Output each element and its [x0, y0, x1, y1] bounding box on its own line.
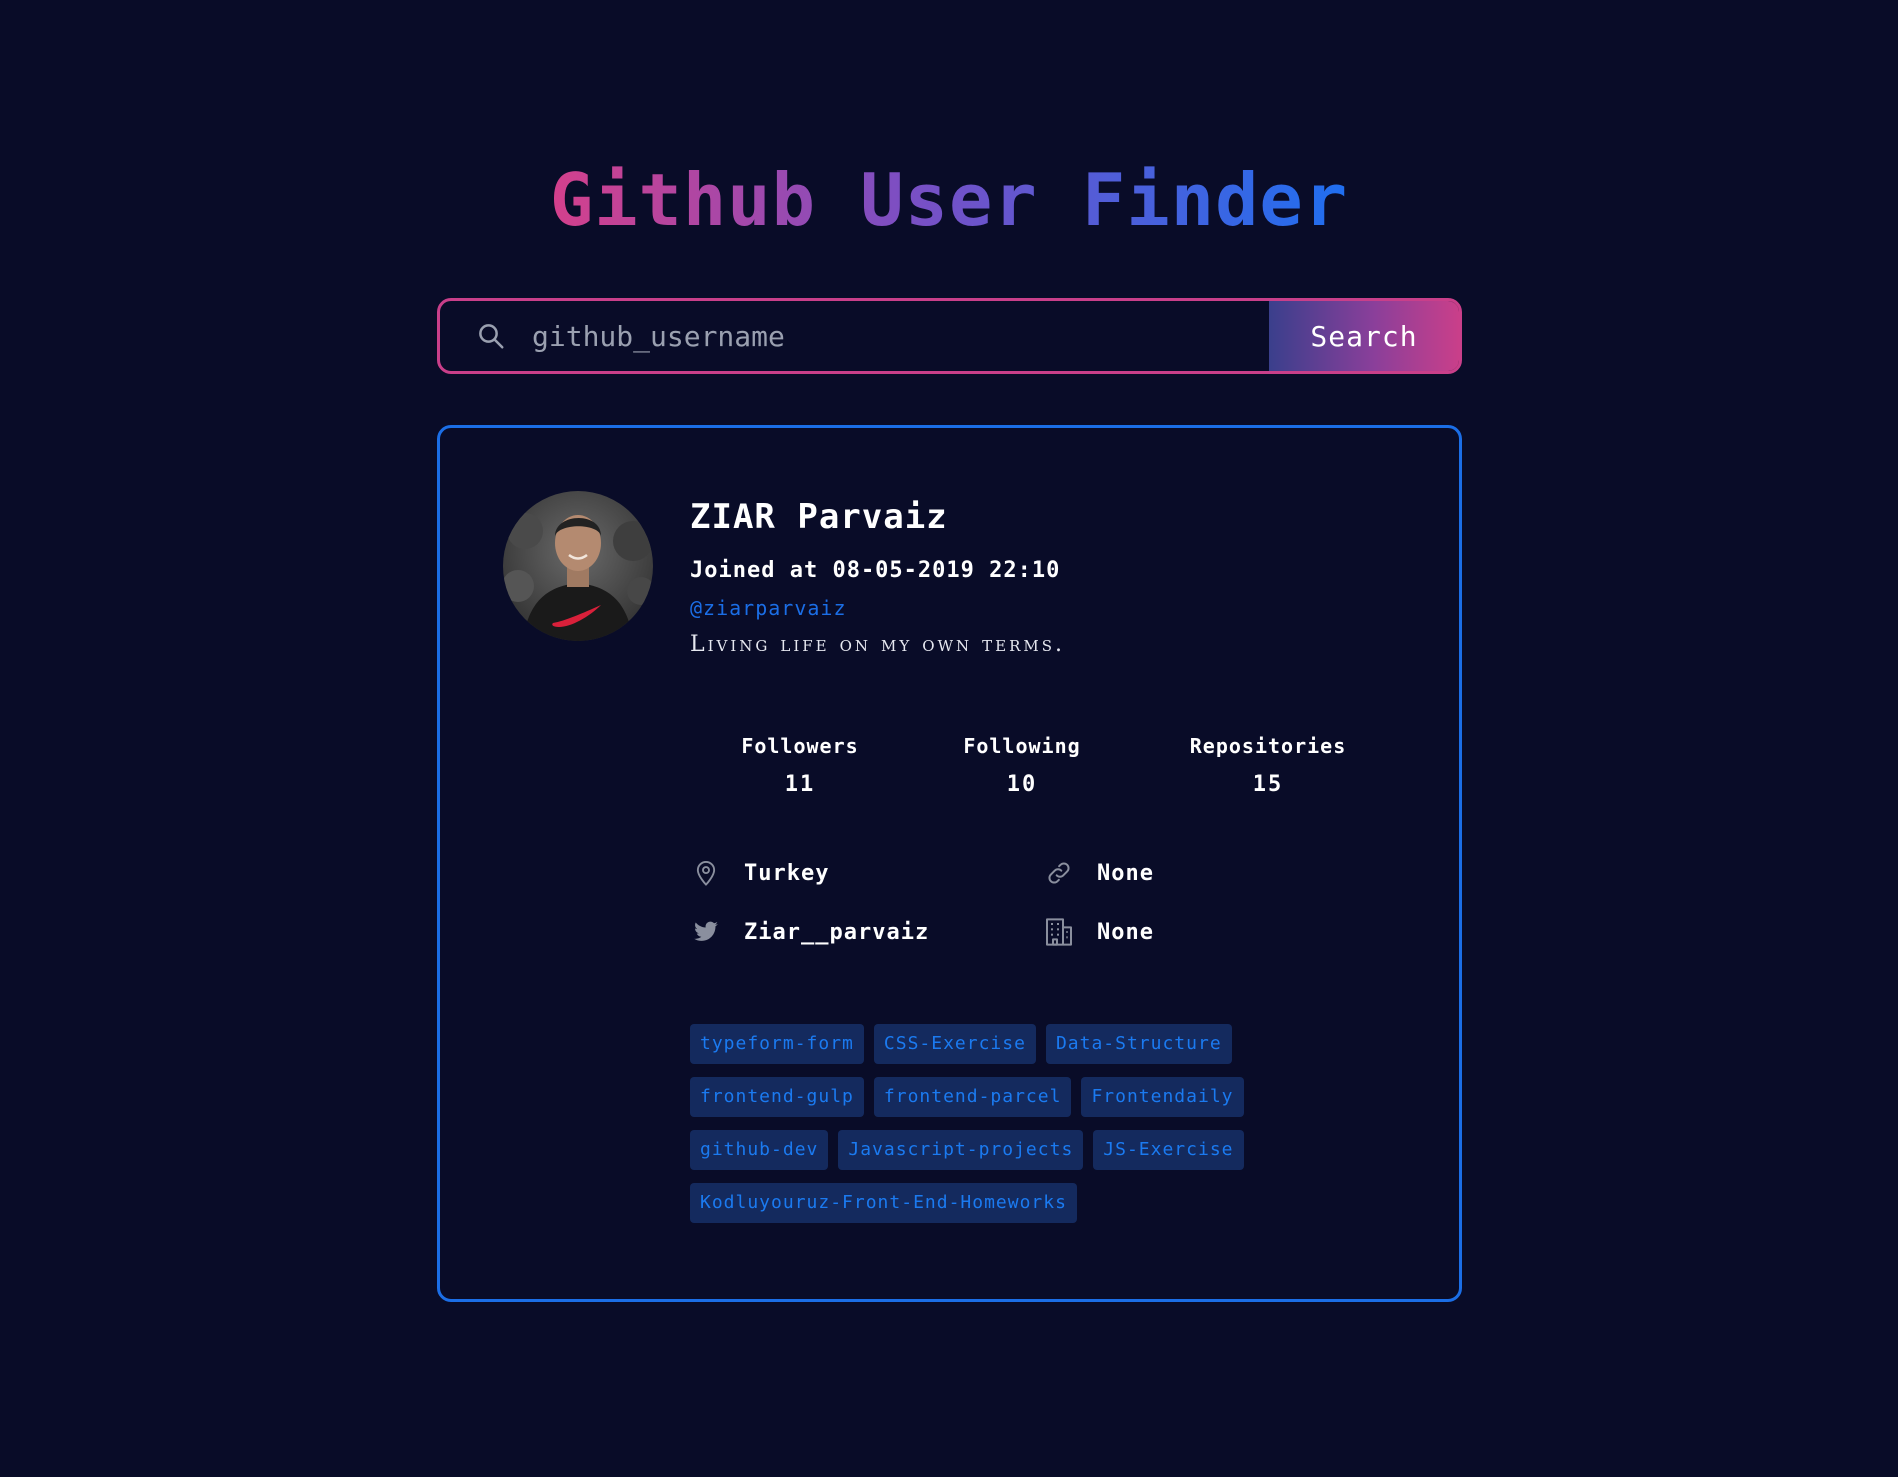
repo-list: typeform-form CSS-Exercise Data-Structur…	[690, 1024, 1310, 1223]
search-bar: Search	[437, 298, 1462, 374]
stat-repositories-label: Repositories	[1189, 734, 1347, 758]
stat-repositories: Repositories 15	[1183, 733, 1353, 799]
blog-text: None	[1097, 860, 1154, 886]
detail-blog: None	[1043, 853, 1154, 893]
stat-followers-label: Followers	[741, 734, 859, 758]
detail-twitter: Ziar__parvaiz	[690, 912, 929, 952]
stat-following: Following 10	[962, 733, 1082, 799]
search-icon	[440, 301, 532, 371]
map-pin-icon	[690, 857, 722, 889]
repo-tag[interactable]: CSS-Exercise	[873, 1024, 1036, 1064]
detail-company: None	[1043, 912, 1154, 952]
user-name: ZIAR Parvaiz	[690, 497, 948, 537]
repo-tag[interactable]: Javascript-projects	[838, 1130, 1084, 1170]
stat-following-label: Following	[963, 734, 1081, 758]
stat-following-value: 10	[1006, 772, 1038, 797]
user-details: Turkey None Ziar__parvaiz None	[690, 853, 1410, 983]
company-text: None	[1097, 919, 1154, 945]
joined-date: Joined at 08-05-2019 22:10	[690, 558, 1061, 583]
stat-repositories-value: 15	[1252, 772, 1284, 797]
repo-tag[interactable]: Kodluyouruz-Front-End-Homeworks	[690, 1183, 1077, 1223]
repo-tag[interactable]: github-dev	[690, 1130, 829, 1170]
page: Github User Finder Search	[0, 0, 1898, 1477]
stat-followers-value: 11	[784, 772, 816, 797]
twitter-text: Ziar__parvaiz	[744, 919, 930, 945]
search-button[interactable]: Search	[1269, 301, 1459, 371]
repo-tag[interactable]: typeform-form	[690, 1024, 864, 1064]
search-input[interactable]	[532, 301, 1269, 371]
repo-tag[interactable]: Data-Structure	[1045, 1024, 1232, 1064]
repo-tag[interactable]: frontend-gulp	[690, 1077, 864, 1117]
user-bio: Living life on my own terms.	[690, 632, 1066, 657]
repo-tag[interactable]: frontend-parcel	[873, 1077, 1072, 1117]
location-text: Turkey	[744, 860, 830, 886]
detail-location: Turkey	[690, 853, 829, 893]
repo-tag[interactable]: JS-Exercise	[1093, 1130, 1244, 1170]
user-login-link[interactable]: @ziarparvaiz	[690, 594, 847, 622]
profile-info: ZIAR Parvaiz Joined at 08-05-2019 22:10 …	[690, 496, 1410, 660]
repo-tag[interactable]: Frontendaily	[1081, 1077, 1244, 1117]
page-title-text: Github User Finder	[549, 158, 1349, 242]
avatar	[503, 491, 653, 641]
page-title: Github User Finder	[0, 155, 1898, 245]
twitter-icon	[690, 916, 722, 948]
stats-row: Followers 11 Following 10 Repositories 1…	[690, 733, 1410, 813]
building-icon	[1043, 916, 1075, 948]
profile-card: ZIAR Parvaiz Joined at 08-05-2019 22:10 …	[437, 425, 1462, 1302]
link-icon	[1043, 857, 1075, 889]
stat-followers: Followers 11	[740, 733, 860, 799]
